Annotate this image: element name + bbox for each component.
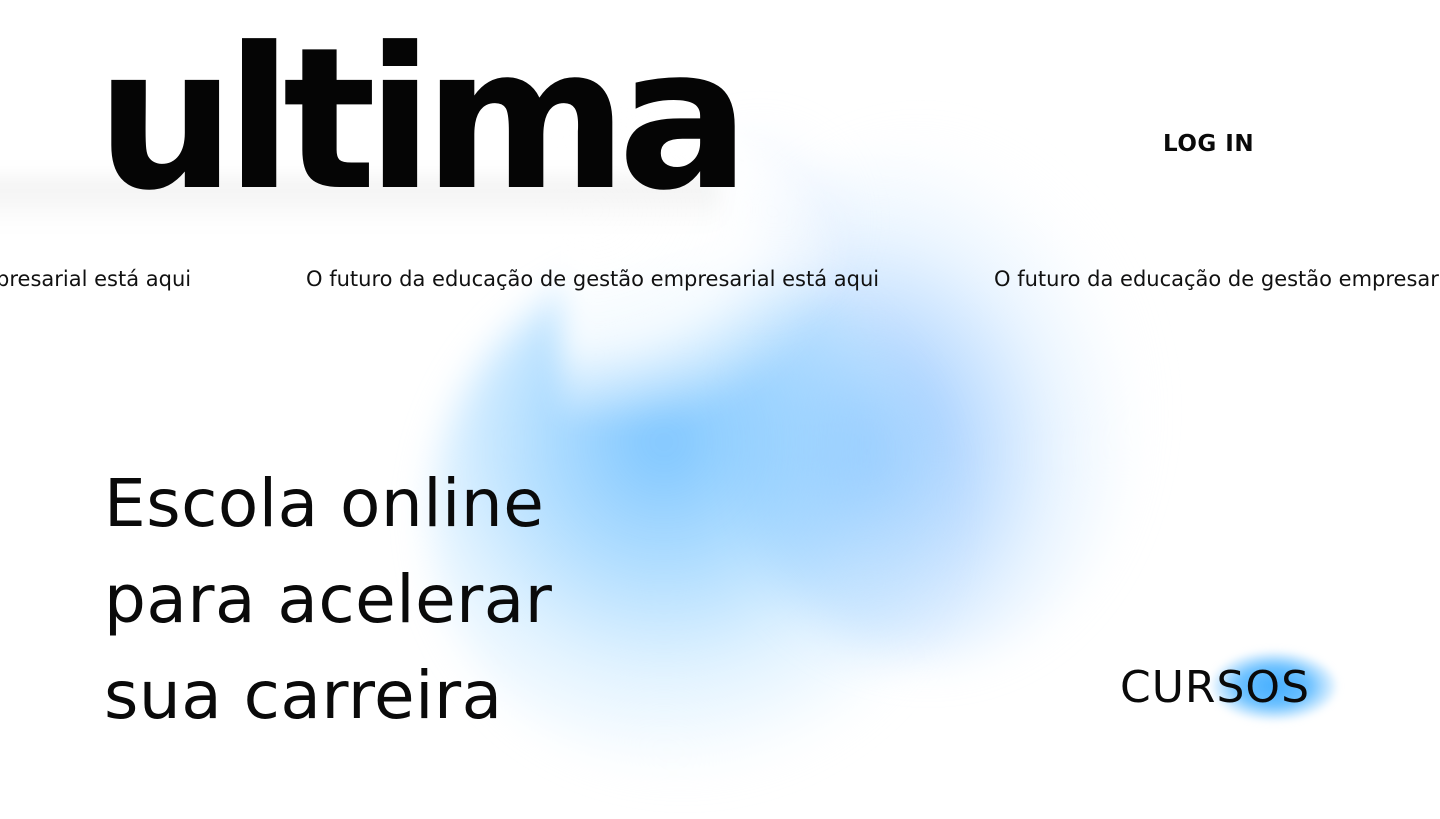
marquee-item: O futuro da educação de gestão empresari…	[306, 267, 880, 291]
gradient-blob-right	[720, 140, 1140, 660]
tagline-marquee: O futuro da educação de gestão empresari…	[0, 262, 1440, 298]
marquee-item: O futuro da educação de gestão empresari…	[0, 267, 192, 291]
login-link[interactable]: LOG IN	[1163, 131, 1254, 157]
hero-headline: Escola online para acelerar sua carreira	[104, 456, 552, 744]
landing-page: ultima LOG IN O futuro da educação de ge…	[0, 0, 1440, 819]
brand-logo[interactable]: ultima	[96, 22, 750, 218]
courses-link[interactable]: CURSOS	[1120, 660, 1310, 716]
headline-line: para acelerar	[104, 561, 553, 638]
marquee-track: O futuro da educação de gestão empresari…	[0, 262, 1440, 298]
marquee-item: O futuro da educação de gestão empresari…	[994, 267, 1440, 291]
headline-line: Escola online	[104, 465, 545, 542]
headline-line: sua carreira	[104, 657, 503, 734]
